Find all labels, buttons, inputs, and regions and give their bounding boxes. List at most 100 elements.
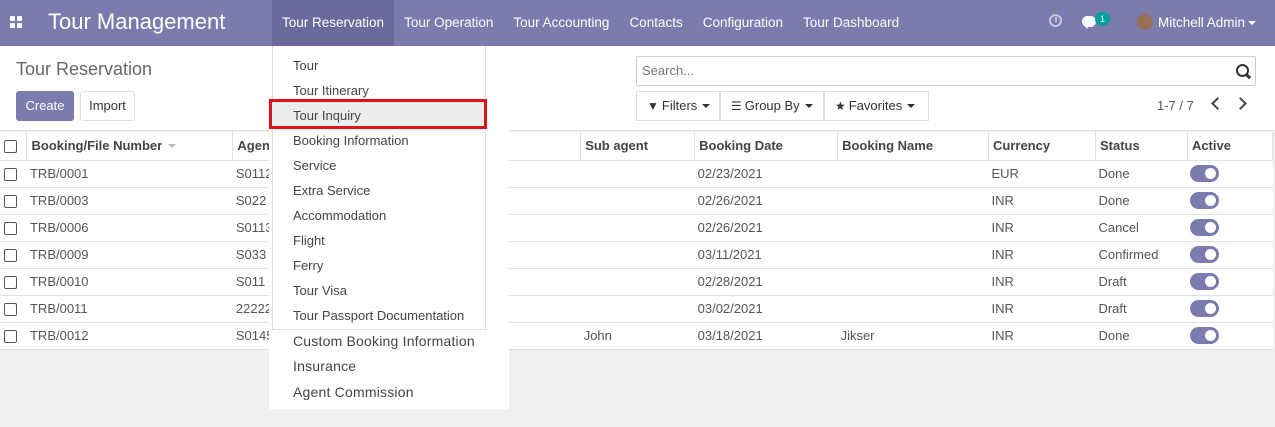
cell-number: TRB/0003 [26,187,233,215]
table-row[interactable]: TRB/0012S0145roupJohn03/18/2021JikserINR… [0,322,1273,350]
pager-value[interactable]: 1-7 / 7 [1157,98,1194,113]
table-row[interactable]: TRB/0010S011ct02/28/2021INRDraft [0,268,1273,296]
dropdown-item-tour-itinerary[interactable]: Tour Itinerary [293,83,369,98]
row-checkbox[interactable] [4,168,17,182]
dropdown-item-custom-booking-information[interactable]: Custom Booking Information [293,333,475,349]
active-toggle[interactable] [1190,300,1220,318]
cell-number: TRB/0012 [26,322,233,350]
menu-configuration[interactable]: Configuration [693,0,793,46]
col-booking-date[interactable]: Booking Date [694,132,839,161]
row-select-cell [0,214,27,242]
dropdown-item-tour-visa[interactable]: Tour Visa [293,283,347,298]
menu-tour-reservation[interactable]: Tour Reservation [272,0,395,46]
caret-down-icon [702,104,711,108]
dropdown-item-service[interactable]: Service [293,158,336,173]
active-toggle[interactable] [1190,192,1220,210]
row-checkbox[interactable] [4,303,17,317]
chevron-down-icon[interactable] [1248,21,1256,25]
menu-tour-accounting[interactable]: Tour Accounting [503,0,619,46]
dropdown-item-flight[interactable]: Flight [293,233,325,248]
dropdown-item-extra-service[interactable]: Extra Service [293,183,370,198]
apps-menu-icon[interactable] [10,16,22,28]
menu-tour-operation[interactable]: Tour Operation [394,0,503,46]
dropdown-item-ferry[interactable]: Ferry [293,258,323,273]
search-icon[interactable] [1236,64,1249,77]
col-booking-name[interactable]: Booking Name [837,132,989,161]
pager-next-icon[interactable] [1236,96,1248,112]
table-row[interactable]: TRB/0003S022ior02/26/2021INRDone [0,187,1273,215]
active-toggle[interactable] [1190,219,1220,237]
group-by-button[interactable]: ☰ Group By [720,91,824,121]
row-checkbox[interactable] [4,330,17,344]
row-checkbox[interactable] [4,195,17,209]
user-menu-name[interactable]: Mitchell Admin [1158,15,1245,30]
filters-button[interactable]: ▼ Filters [636,91,720,121]
table-row[interactable]: TRB/001122222ct03/02/2021INRDraft [0,295,1273,323]
col-status[interactable]: Status [1095,132,1188,161]
cell-active [1187,268,1273,296]
cell-sub [580,187,695,215]
active-toggle[interactable] [1190,246,1220,264]
cell-active [1187,295,1273,323]
cell-date: 02/26/2021 [694,214,838,242]
row-checkbox[interactable] [4,276,17,290]
create-button[interactable]: Create [16,91,74,121]
search-bar [636,56,1256,86]
cell-status: Done [1095,187,1188,215]
cell-currency: EUR [988,160,1096,188]
dropdown-item-booking-information[interactable]: Booking Information [293,133,409,148]
cell-status: Done [1095,322,1188,350]
cell-status: Done [1095,160,1188,188]
row-select-cell [0,295,27,323]
group-by-label: Group By [744,98,800,113]
row-select-cell [0,322,27,350]
chat-icon[interactable] [1082,16,1096,29]
col-label: Booking/File Number [31,138,163,154]
sort-icon [168,144,177,149]
cell-status: Confirmed [1095,241,1188,269]
cell-currency: INR [988,295,1096,323]
cell-currency: INR [988,187,1096,215]
dropdown-item-agent-commission[interactable]: Agent Commission [293,384,414,400]
table-row[interactable]: TRB/0006S0113ct02/26/2021INRCancel [0,214,1273,242]
cell-name [837,241,989,269]
app-brand[interactable]: Tour Management [48,9,225,35]
col-booking-number[interactable]: Booking/File Number [26,132,234,161]
active-toggle[interactable] [1190,273,1220,291]
table-row[interactable]: TRB/0001S0112ior02/23/2021EURDone [0,160,1273,188]
favorites-button[interactable]: ★ Favorites [824,91,929,121]
dropdown-item-tour-inquiry[interactable]: Tour Inquiry [293,108,361,123]
dropdown-item-insurance[interactable]: Insurance [293,358,356,374]
menu-tour-dashboard[interactable]: Tour Dashboard [793,0,909,46]
active-toggle[interactable] [1190,165,1220,183]
pager-previous-icon[interactable] [1209,96,1221,112]
dropdown-item-accommodation[interactable]: Accommodation [293,208,386,223]
import-button[interactable]: Import [80,91,135,121]
active-toggle[interactable] [1190,327,1220,345]
cell-status: Draft [1095,268,1188,296]
cell-currency: INR [988,241,1096,269]
col-active[interactable]: Active [1187,132,1274,161]
search-input[interactable] [642,63,1202,78]
menu-contacts[interactable]: Contacts [619,0,692,46]
row-select-cell [0,160,27,188]
dropdown-item-tour[interactable]: Tour [293,58,318,73]
cell-date: 03/11/2021 [694,241,838,269]
col-currency[interactable]: Currency [988,132,1096,161]
table-row[interactable]: TRB/0009S033ior03/11/2021INRConfirmed [0,241,1273,269]
row-checkbox[interactable] [4,222,17,236]
cell-date: 03/02/2021 [694,295,838,323]
row-checkbox[interactable] [4,249,17,263]
cell-name [837,160,989,188]
select-all-checkbox[interactable] [4,140,17,154]
dropdown-item-passport-documentation[interactable]: Tour Passport Documentation [293,308,464,323]
cell-date: 03/18/2021 [694,322,838,350]
cell-name [837,187,989,215]
filter-icon: ▼ [647,99,659,113]
avatar[interactable] [1137,14,1153,30]
cell-status: Cancel [1095,214,1188,242]
star-icon: ★ [835,99,846,113]
cell-currency: INR [988,268,1096,296]
col-sub-agent[interactable]: Sub agent [580,132,696,161]
activity-clock-icon[interactable] [1049,14,1062,27]
